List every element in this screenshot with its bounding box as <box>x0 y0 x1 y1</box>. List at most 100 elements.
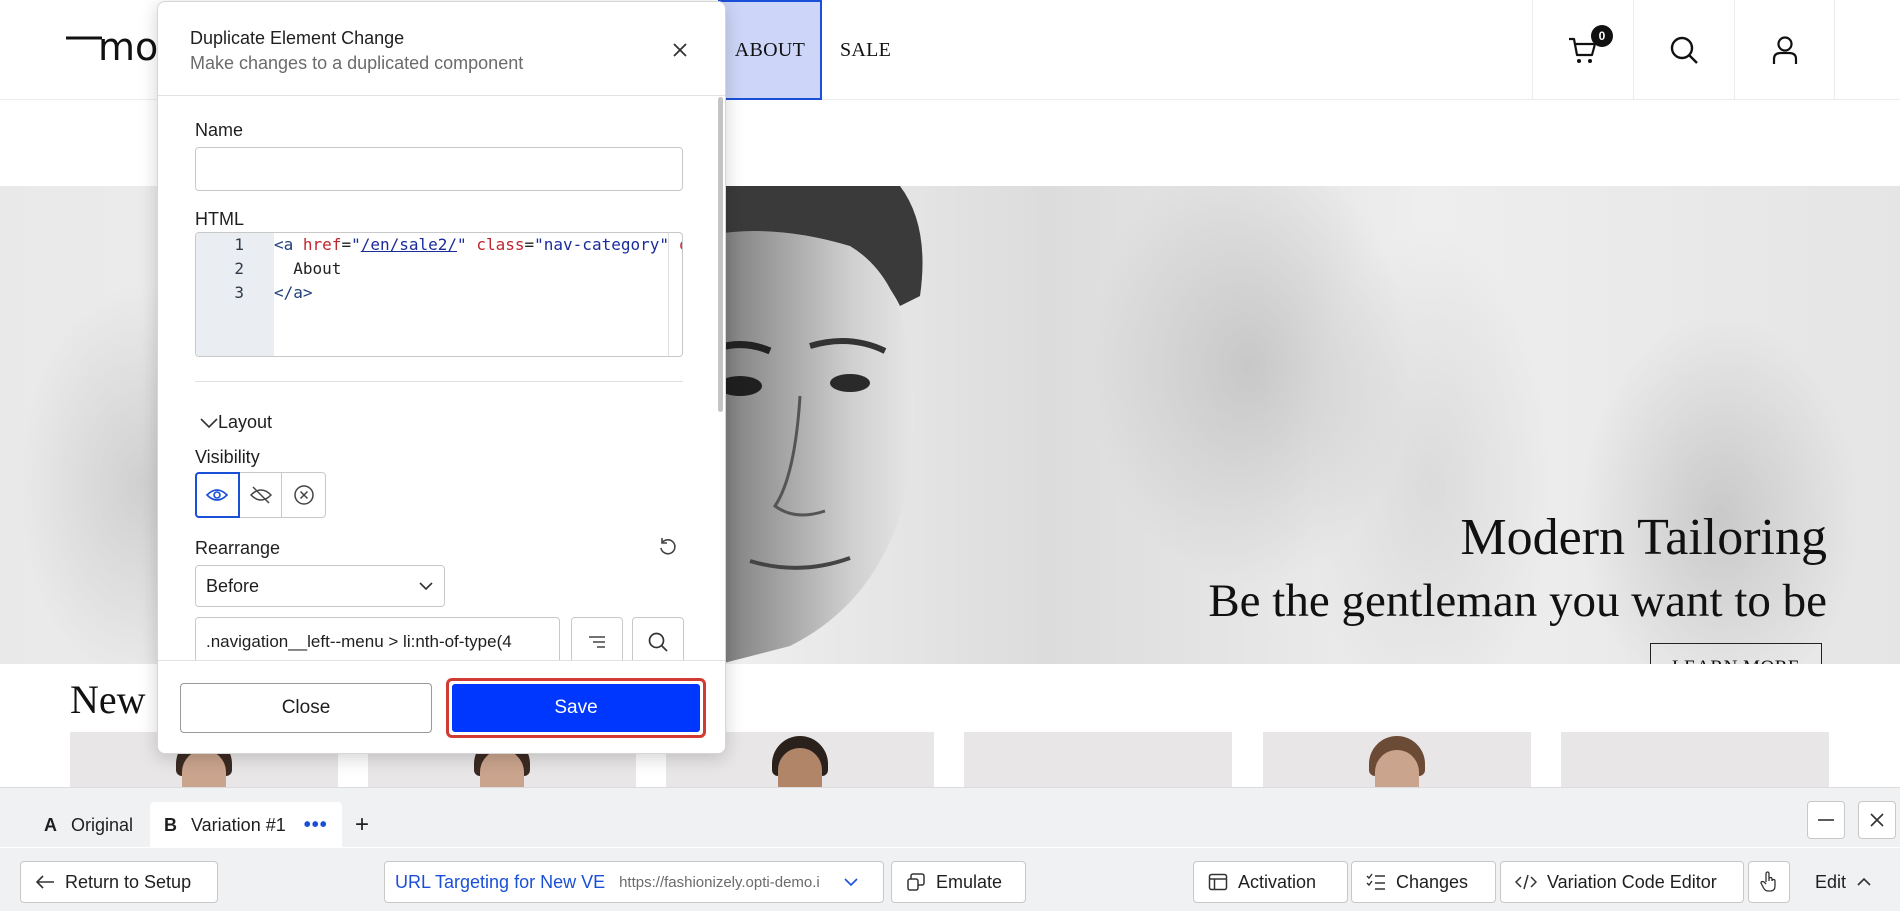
code-line: About <box>274 259 342 278</box>
editor-toolbar: Return to Setup URL Targeting for New VE… <box>0 848 1900 911</box>
code-icon <box>1515 874 1537 890</box>
eye-icon <box>206 489 229 501</box>
variation-code-editor-button[interactable]: Variation Code Editor <box>1500 861 1744 903</box>
changes-label: Changes <box>1396 871 1469 892</box>
rearrange-select[interactable]: Before <box>195 565 445 607</box>
close-button[interactable]: Close <box>180 683 432 733</box>
search-icon <box>648 632 668 652</box>
code-token: " <box>351 235 361 254</box>
arrow-left-icon <box>35 875 54 889</box>
variation-label: Variation #1 <box>191 814 286 835</box>
html-label: HTML <box>195 209 244 229</box>
modal-title: Duplicate Element Change <box>190 28 405 48</box>
edit-label: Edit <box>1815 871 1847 892</box>
css-selector-input[interactable]: .navigation__left--menu > li:nth-of-type… <box>195 617 560 660</box>
edit-mode-dropdown[interactable]: Edit <box>1801 861 1891 903</box>
undo-icon <box>660 538 676 555</box>
code-token: class <box>476 235 525 254</box>
save-button[interactable]: Save <box>452 684 700 732</box>
visibility-button-group <box>195 472 326 518</box>
account-button[interactable] <box>1734 0 1835 100</box>
code-line: <a href="/en/sale2/" class="nav-category… <box>274 235 682 254</box>
modal-header: Duplicate Element Change Make changes to… <box>158 2 725 96</box>
code-token: c <box>679 235 682 254</box>
chevron-down-icon <box>844 878 858 887</box>
modal-footer: Close Save <box>158 660 725 753</box>
devices-icon <box>907 873 925 891</box>
visibility-remove-button[interactable] <box>282 473 325 517</box>
code-line: </a> <box>274 283 313 302</box>
variation-label: Original <box>71 814 134 835</box>
account-icon <box>1772 36 1797 64</box>
eye-off-icon <box>249 486 272 504</box>
tab-variation-1[interactable]: B Variation #1 ••• <box>150 802 342 848</box>
nav-sale[interactable]: SALE <box>840 0 891 100</box>
search-icon <box>1670 36 1698 64</box>
rearrange-selected-value: Before <box>206 576 260 596</box>
html-code-editor[interactable]: 1 2 3 <a href="/en/sale2/" class="nav-ca… <box>195 232 683 357</box>
search-button[interactable] <box>1633 0 1734 100</box>
code-token: " <box>457 235 467 254</box>
code-token: = <box>341 235 352 254</box>
variation-code-editor-label: Variation Code Editor <box>1547 871 1717 892</box>
selector-picker-button[interactable] <box>571 617 623 660</box>
line-number: 3 <box>234 283 244 302</box>
code-token: href <box>302 235 342 254</box>
nav-about[interactable]: ABOUT <box>718 0 822 100</box>
changes-button[interactable]: Changes <box>1351 861 1496 903</box>
rearrange-reset-button[interactable] <box>658 537 682 561</box>
new-section-heading: New <box>70 677 146 722</box>
layout-section-toggle[interactable]: Layout <box>200 412 272 433</box>
filter-lines-icon <box>589 636 605 648</box>
close-icon <box>673 43 687 57</box>
editor-gutter: 1 2 3 <box>196 233 274 356</box>
visibility-show-button[interactable] <box>195 472 240 518</box>
selector-search-button[interactable] <box>632 617 684 660</box>
duplicate-element-modal: Duplicate Element Change Make changes to… <box>157 1 726 754</box>
return-to-setup-button[interactable]: Return to Setup <box>20 861 218 903</box>
learn-more-button[interactable]: LEARN MORE <box>1650 643 1822 664</box>
editor-scrollbar[interactable] <box>668 233 669 356</box>
line-number: 1 <box>234 235 244 254</box>
url-targeting-label: URL Targeting for New VE <box>395 871 606 892</box>
hero-title: Modern Tailoring <box>1460 509 1827 566</box>
variation-letter: A <box>44 814 57 835</box>
name-input[interactable] <box>195 147 683 191</box>
code-token: "nav-category" <box>534 235 669 254</box>
checklist-icon <box>1366 873 1385 890</box>
minus-icon <box>1818 819 1834 821</box>
more-options-icon[interactable]: ••• <box>304 814 328 837</box>
code-token: <a <box>274 235 294 254</box>
activation-label: Activation <box>1238 871 1317 892</box>
modal-subtitle: Make changes to a duplicated component <box>190 53 524 73</box>
pointer-hand-icon <box>1760 871 1776 892</box>
line-number: 2 <box>234 259 244 278</box>
name-label: Name <box>195 120 244 140</box>
chevron-down-icon <box>419 582 433 591</box>
save-button-highlight: Save <box>446 678 706 738</box>
rearrange-label: Rearrange <box>195 538 281 558</box>
chevron-up-icon <box>1857 877 1871 886</box>
close-editor-button[interactable] <box>1858 801 1896 839</box>
remove-circle-icon <box>293 485 314 505</box>
add-variation-button[interactable]: + <box>350 802 374 848</box>
url-targeting-dropdown[interactable]: URL Targeting for New VE https://fashion… <box>384 861 884 903</box>
visibility-hide-button[interactable] <box>240 473 283 517</box>
return-to-setup-label: Return to Setup <box>65 871 192 892</box>
close-icon <box>1870 813 1884 827</box>
svg-text:mo: mo <box>98 25 158 69</box>
minimize-button[interactable] <box>1807 801 1845 839</box>
activation-button[interactable]: Activation <box>1193 861 1348 903</box>
modal-scrollbar[interactable] <box>718 97 723 412</box>
chevron-down-icon <box>200 417 218 428</box>
tab-original[interactable]: A Original <box>44 802 133 848</box>
modal-close-button[interactable] <box>668 38 692 62</box>
variation-letter: B <box>164 814 177 835</box>
visibility-label: Visibility <box>195 447 260 467</box>
code-token: = <box>524 235 535 254</box>
code-token: /en/sale2/ <box>360 235 458 254</box>
interact-mode-button[interactable] <box>1748 861 1790 903</box>
variation-tab-bar: A Original B Variation #1 ••• + <box>0 787 1900 848</box>
cart-button[interactable]: 0 <box>1532 0 1633 100</box>
emulate-button[interactable]: Emulate <box>891 861 1026 903</box>
